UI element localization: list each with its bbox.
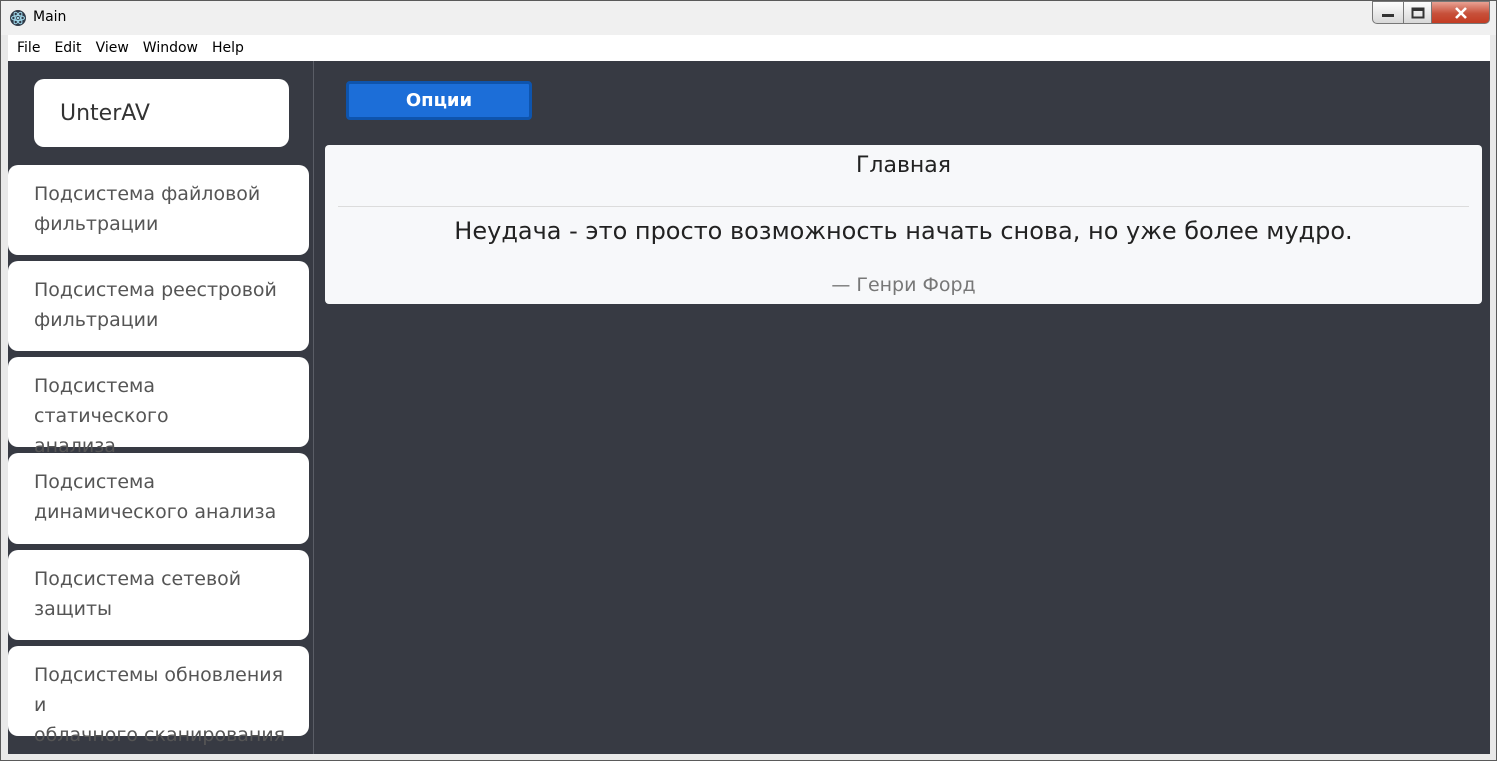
title-bar[interactable]: Main — [1, 1, 1496, 35]
menu-file[interactable]: File — [10, 35, 47, 61]
menu-edit[interactable]: Edit — [47, 35, 88, 61]
sidebar-item-label-line2: облачного сканирования — [34, 724, 286, 746]
sidebar: UnterAV Подсистема файловой фильтрации П… — [8, 61, 314, 754]
brand-logo[interactable]: UnterAV — [34, 79, 289, 147]
sidebar-item-file-filtering[interactable]: Подсистема файловой фильтрации — [8, 165, 309, 255]
sidebar-item-label-line1: Подсистема файловой — [34, 183, 261, 205]
sidebar-item-dynamic-analysis[interactable]: Подсистема динамического анализа — [8, 453, 309, 544]
quote-text: Неудача - это просто возможность начать … — [454, 217, 1353, 245]
close-button[interactable] — [1432, 1, 1490, 24]
sidebar-item-label-line1: Подсистемы обновления и — [34, 664, 284, 716]
menu-window[interactable]: Window — [136, 35, 205, 61]
window-controls — [1372, 1, 1490, 24]
sidebar-item-label-line2: фильтрации — [34, 309, 159, 331]
sidebar-item-label-line1: Подсистема реестровой — [34, 279, 277, 301]
maximize-icon — [1411, 7, 1424, 18]
sidebar-item-label-line2: защиты — [34, 598, 113, 620]
main-card: Главная Неудача - это просто возможность… — [325, 145, 1482, 304]
sidebar-item-update-cloud-scan[interactable]: Подсистемы обновления и облачного сканир… — [8, 646, 309, 746]
menu-bar: File Edit View Window Help — [8, 35, 1490, 61]
maximize-button[interactable] — [1404, 1, 1432, 24]
menu-view[interactable]: View — [89, 35, 136, 61]
menu-help[interactable]: Help — [205, 35, 251, 61]
sidebar-item-label-line1: Подсистема статического — [34, 375, 169, 427]
page-title: Главная — [855, 153, 952, 178]
sidebar-item-label-line1: Подсистема сетевой — [34, 568, 242, 590]
window-bottom-border — [8, 754, 1490, 760]
sidebar-item-registry-filtering[interactable]: Подсистема реестровой фильтрации — [8, 261, 309, 351]
app-icon — [10, 10, 26, 26]
sidebar-item-static-analysis[interactable]: Подсистема статического анализа — [8, 357, 309, 457]
divider — [338, 206, 1469, 207]
minimize-icon — [1382, 13, 1394, 17]
sidebar-item-network-protection[interactable]: Подсистема сетевой защиты — [8, 550, 309, 640]
options-button[interactable]: Опции — [346, 81, 532, 120]
sidebar-item-label-line2: динамического анализа — [34, 501, 277, 523]
sidebar-item-label-line1: Подсистема — [34, 471, 156, 493]
minimize-button[interactable] — [1372, 1, 1404, 24]
quote-author: — Генри Форд — [831, 274, 976, 296]
app-content: UnterAV Подсистема файловой фильтрации П… — [8, 61, 1490, 754]
sidebar-item-label-line2: фильтрации — [34, 213, 159, 235]
close-icon — [1454, 6, 1467, 19]
app-window: Main File Edit View Window Help UnterAV … — [0, 0, 1497, 761]
window-title: Main — [33, 9, 67, 25]
